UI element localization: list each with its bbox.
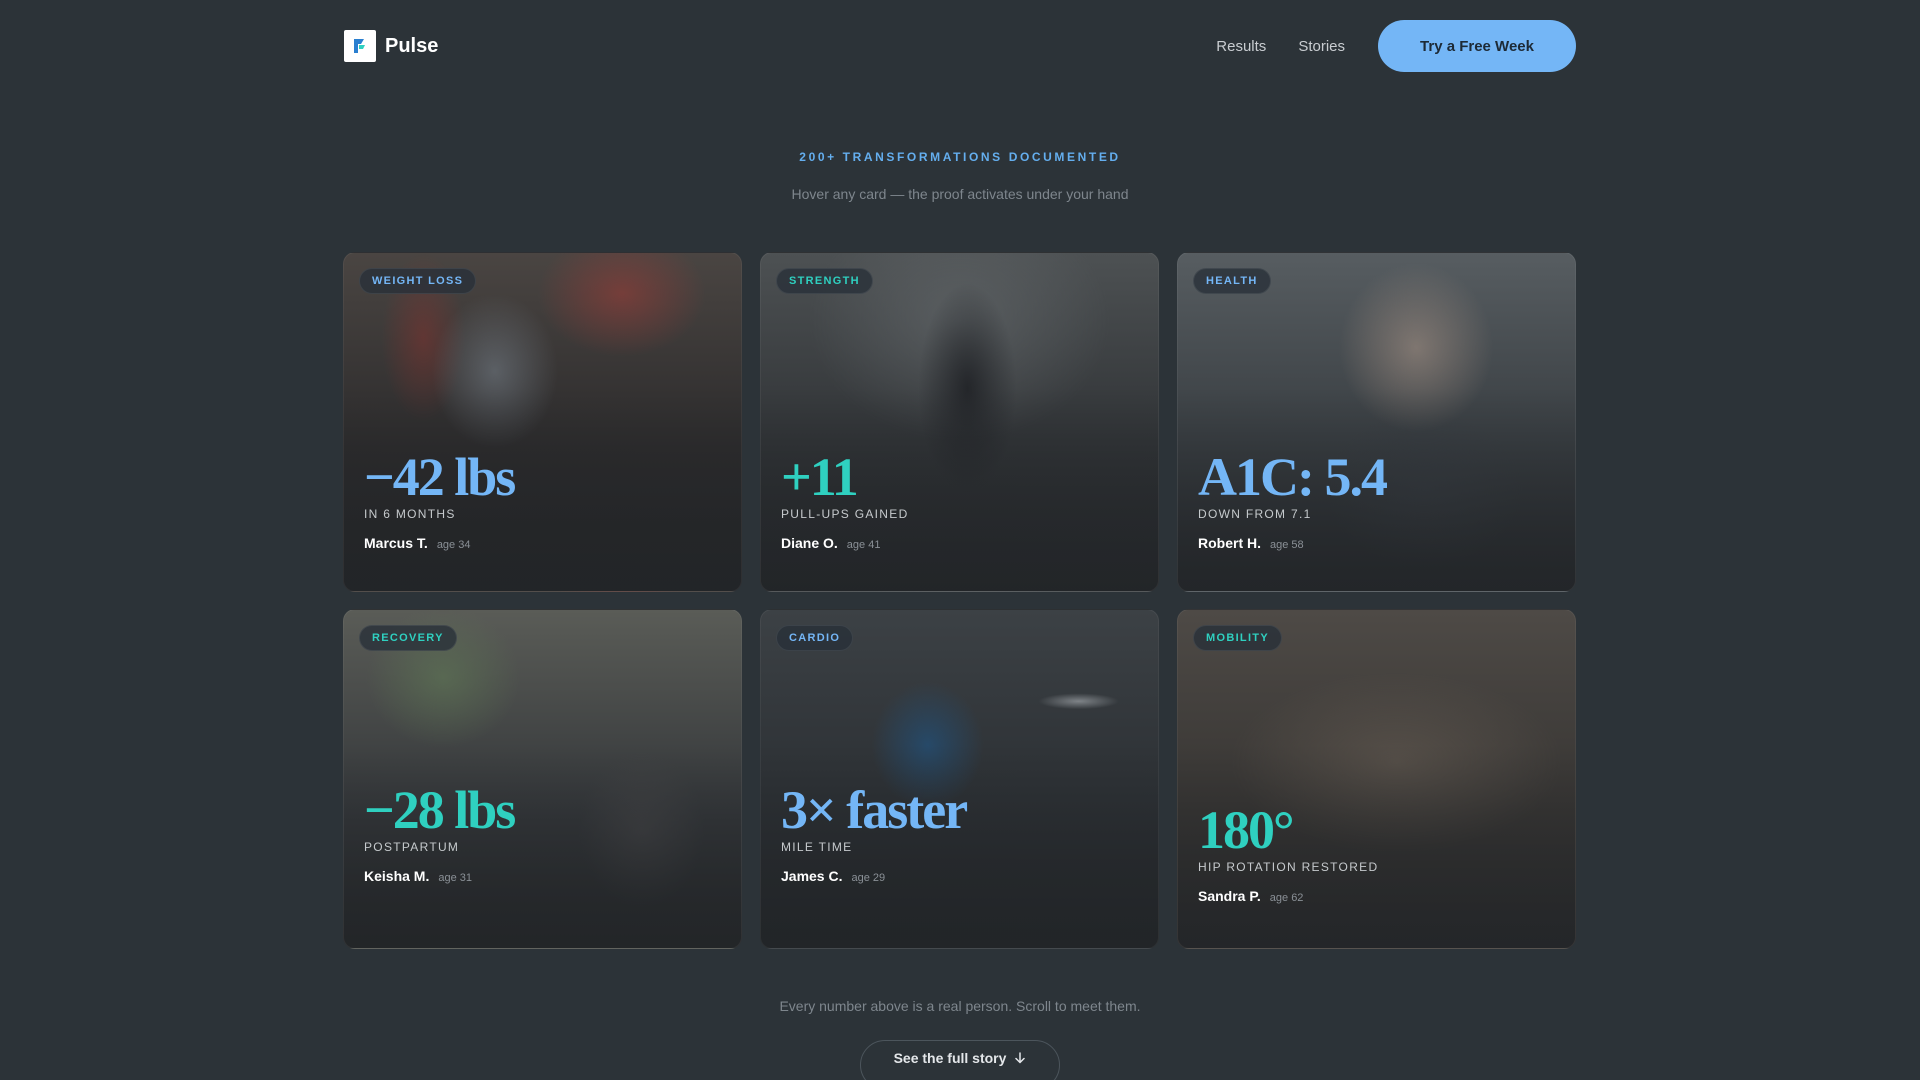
brand[interactable]: Pulse <box>344 30 438 62</box>
transformation-card-weight-loss[interactable]: WEIGHT LOSS −42 lbs IN 6 MONTHS Marcus T… <box>343 252 742 592</box>
card-body: 3× faster MILE TIME James C. age 29 <box>781 782 1142 884</box>
card-body: 180° HIP ROTATION RESTORED Sandra P. age… <box>1198 802 1559 904</box>
transformation-card-strength[interactable]: STRENGTH +11 PULL-UPS GAINED Diane O. ag… <box>760 252 1159 592</box>
card-body: +11 PULL-UPS GAINED Diane O. age 41 <box>781 449 1142 551</box>
see-full-story-label: See the full story <box>893 1050 1007 1066</box>
person-name: Diane O. <box>781 535 838 551</box>
see-full-story-button[interactable]: See the full story <box>860 1040 1060 1080</box>
nav-link-stories[interactable]: Stories <box>1298 38 1345 55</box>
nav-link-results[interactable]: Results <box>1216 38 1266 55</box>
stat-caption: MILE TIME <box>781 840 853 854</box>
person-name: Robert H. <box>1198 535 1261 551</box>
try-free-week-button[interactable]: Try a Free Week <box>1378 20 1576 72</box>
person-age: age 31 <box>438 872 473 884</box>
person-info: Marcus T. age 34 <box>364 535 725 551</box>
person-age: age 62 <box>1269 892 1304 904</box>
category-tag: WEIGHT LOSS <box>359 268 477 294</box>
stat-caption: DOWN FROM 7.1 <box>1198 507 1312 521</box>
site-header: Pulse Results Stories Try a Free Week <box>344 20 1576 72</box>
stat-caption: HIP ROTATION RESTORED <box>1198 860 1379 874</box>
person-age: age 29 <box>851 872 886 884</box>
brand-name: Pulse <box>385 34 439 57</box>
transformation-card-cardio[interactable]: CARDIO 3× faster MILE TIME James C. age … <box>760 609 1159 949</box>
stat-caption: IN 6 MONTHS <box>364 507 456 521</box>
arrow-down-icon <box>1014 1052 1026 1064</box>
person-info: Diane O. age 41 <box>781 535 1142 551</box>
person-age: age 34 <box>436 539 471 551</box>
pulse-logo-icon <box>344 30 376 62</box>
stat-value: −28 lbs <box>364 780 516 840</box>
person-info: Keisha M. age 31 <box>364 868 725 884</box>
person-info: Sandra P. age 62 <box>1198 888 1559 904</box>
category-tag: STRENGTH <box>776 268 873 294</box>
card-body: −28 lbs POSTPARTUM Keisha M. age 31 <box>364 782 725 884</box>
transformation-card-recovery[interactable]: RECOVERY −28 lbs POSTPARTUM Keisha M. ag… <box>343 609 742 949</box>
stat-caption: PULL-UPS GAINED <box>781 507 909 521</box>
transformation-card-mobility[interactable]: MOBILITY 180° HIP ROTATION RESTORED Sand… <box>1177 609 1576 949</box>
person-name: Keisha M. <box>364 868 430 884</box>
card-body: −42 lbs IN 6 MONTHS Marcus T. age 34 <box>364 449 725 551</box>
stat-caption: POSTPARTUM <box>364 840 460 854</box>
person-age: age 41 <box>846 539 881 551</box>
stat-value: A1C: 5.4 <box>1198 447 1388 507</box>
person-age: age 58 <box>1270 539 1304 551</box>
eyebrow-text: 200+ TRANSFORMATIONS DOCUMENTED <box>799 150 1121 164</box>
category-tag: CARDIO <box>776 625 854 651</box>
stat-value: 3× faster <box>781 780 968 840</box>
stat-value: +11 <box>781 447 859 507</box>
category-tag: HEALTH <box>1193 268 1271 294</box>
person-name: James C. <box>781 868 843 884</box>
hero-subline: Hover any card — the proof activates und… <box>791 186 1129 202</box>
main-nav: Results Stories Try a Free Week <box>1216 20 1576 72</box>
person-name: Marcus T. <box>364 535 428 551</box>
transformation-card-health[interactable]: HEALTH A1C: 5.4 DOWN FROM 7.1 Robert H. … <box>1177 252 1576 592</box>
stat-value: 180° <box>1198 800 1295 860</box>
transformation-grid: WEIGHT LOSS −42 lbs IN 6 MONTHS Marcus T… <box>343 252 1577 949</box>
category-tag: RECOVERY <box>359 625 457 651</box>
person-info: James C. age 29 <box>781 868 1142 884</box>
person-info: Robert H. age 58 <box>1198 535 1559 551</box>
footnote-text: Every number above is a real person. Scr… <box>779 998 1141 1014</box>
stat-value: −42 lbs <box>364 447 516 507</box>
person-name: Sandra P. <box>1198 888 1261 904</box>
category-tag: MOBILITY <box>1193 625 1282 651</box>
card-body: A1C: 5.4 DOWN FROM 7.1 Robert H. age 58 <box>1198 449 1559 551</box>
